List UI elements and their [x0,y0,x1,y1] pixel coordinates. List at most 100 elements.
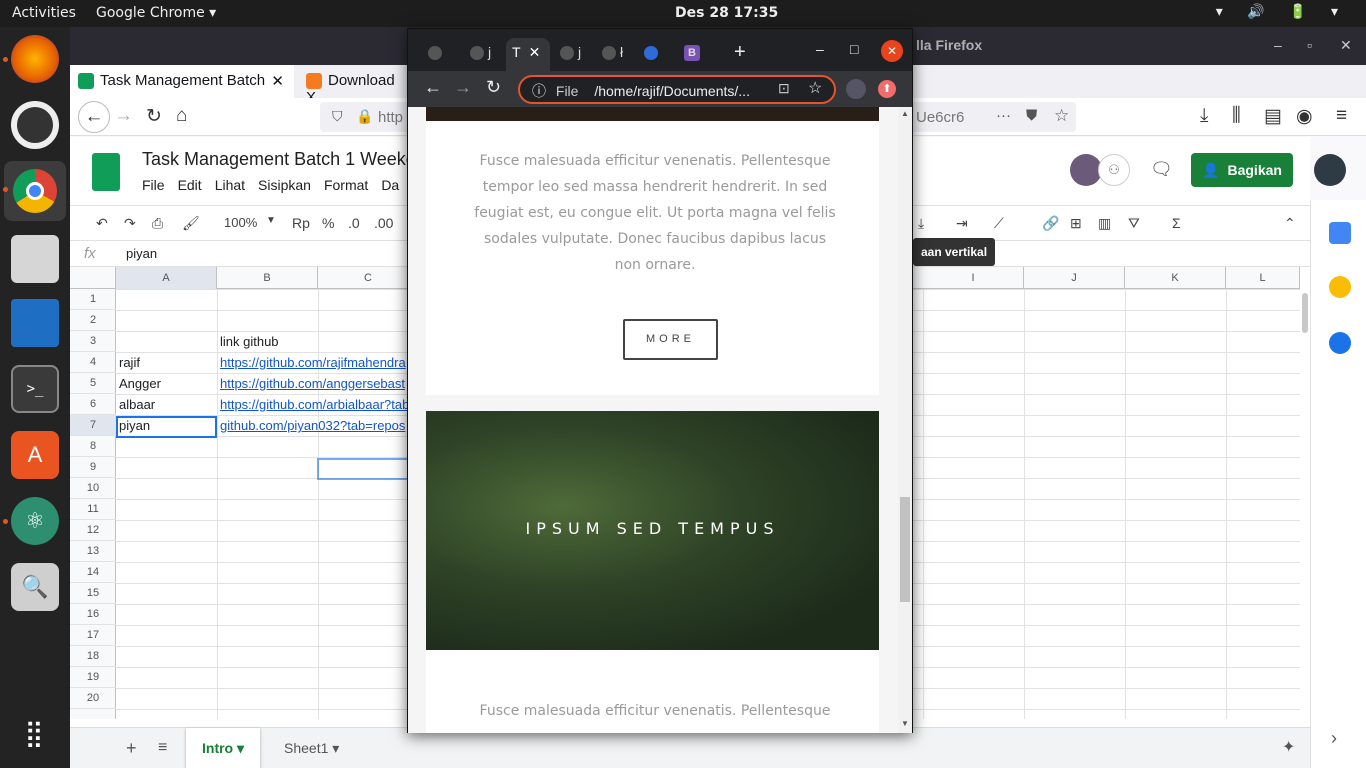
row-header[interactable]: 19 [70,667,116,688]
chrome-tab[interactable]: ł [596,38,636,71]
reload-icon[interactable]: ↻ [146,105,162,128]
chrome-tab[interactable]: j [464,38,504,71]
cell-b5[interactable]: https://github.com/anggersebast [220,373,410,394]
scroll-down-icon[interactable]: ▼ [901,719,909,728]
tab-close-icon[interactable]: ✕ [529,44,541,60]
cell-b6[interactable]: https://github.com/arbialbaar?tab [220,394,410,415]
row-header[interactable]: 11 [70,499,116,520]
more-icon[interactable]: ··· [996,107,1011,124]
sheet-tab-sheet1[interactable]: Sheet1 ▾ [268,728,355,768]
vertical-align-icon[interactable]: ⤓ [918,215,924,232]
terminal-icon[interactable]: >_ [11,365,59,413]
cell-a6[interactable]: albaar [119,394,155,415]
add-people-icon[interactable]: ⚇ [1098,154,1130,186]
pocket-icon[interactable]: ⛊ [1026,107,1037,124]
row-header[interactable]: 3 [70,331,116,352]
functions-icon[interactable]: Σ [1172,215,1181,231]
tasks-icon[interactable] [1329,332,1351,354]
share-button[interactable]: 👤 Bagikan [1191,153,1293,187]
insert-chart-icon[interactable]: ▥ [1098,215,1111,232]
bookmark-star-icon[interactable]: ☆ [808,78,822,98]
text-wrap-icon[interactable]: ⇥ [956,215,968,232]
row-header[interactable]: 7 [70,415,116,436]
keep-icon[interactable] [1329,276,1351,298]
sidebar-icon[interactable]: ▤ [1264,105,1282,128]
column-header-k[interactable]: K [1125,267,1226,289]
print-icon[interactable]: ⎙ [152,215,163,232]
column-header-b[interactable]: B [217,267,318,289]
cell-b3[interactable]: link github [220,331,279,352]
bookmark-star-icon[interactable]: ☆ [1054,106,1069,126]
account-avatar[interactable] [1314,154,1346,186]
more-button[interactable]: MORE [623,319,718,360]
tab-close-icon[interactable]: ✕ [271,72,284,90]
cell-a5[interactable]: Angger [119,373,161,394]
tab-task-management[interactable]: Task Management Batch ✕ [70,65,294,98]
atom-icon[interactable]: ⚛ [11,497,59,545]
menu-insert[interactable]: Sisipkan [258,177,311,193]
explore-icon[interactable]: ✦ [1266,728,1311,768]
menu-edit[interactable]: Edit [178,177,202,193]
back-icon[interactable]: ← [78,101,110,133]
scrollbar-thumb[interactable] [900,497,910,602]
writer-icon[interactable] [11,299,59,347]
reload-icon[interactable]: ↻ [486,77,501,98]
clock[interactable]: Des 28 17:35 [675,5,778,21]
chrome-tab[interactable]: B [678,38,718,71]
maximize-icon[interactable]: □ [850,41,858,57]
paint-format-icon[interactable]: 🖌 [182,215,200,232]
row-header[interactable]: 12 [70,520,116,541]
text-rotate-icon[interactable]: ⟋ [994,215,1004,232]
chrome-tab[interactable]: j [554,38,594,71]
menu-file[interactable]: File [142,177,165,193]
system-tray[interactable]: ▾ 🔊 🔋 ▾ [1216,4,1348,20]
menu-data[interactable]: Da [381,177,399,193]
document-title[interactable]: Task Management Batch 1 Weeke [142,149,416,170]
page-scrollbar[interactable]: ▲ ▼ [898,107,912,733]
translate-icon[interactable]: ⊡ [778,80,790,97]
decrease-decimal-button[interactable]: .0 [348,215,360,231]
row-header[interactable]: 9 [70,457,116,478]
chrome-tab-active[interactable]: T ✕ [506,38,550,71]
row-header[interactable]: 1 [70,289,116,310]
zoom-select[interactable]: 100% [224,215,257,230]
collapse-chevron-up-icon[interactable]: ⌃ [1284,215,1296,232]
vertical-scrollbar[interactable] [1302,293,1308,333]
sheet-tab-intro[interactable]: Intro ▾ [186,728,261,768]
info-icon[interactable]: ⓘ [532,83,546,99]
row-header[interactable]: 2 [70,310,116,331]
profile-avatar[interactable] [846,79,866,99]
column-header-j[interactable]: J [1024,267,1125,289]
chrome-tab[interactable] [638,38,678,71]
row-header[interactable]: 14 [70,562,116,583]
comments-icon[interactable]: 🗨 [1150,159,1173,180]
link-icon[interactable]: 🔗 [1042,215,1059,232]
column-header-c[interactable]: C [318,267,419,289]
downloads-icon[interactable]: ⤓ [1200,105,1208,127]
row-header[interactable]: 15 [70,583,116,604]
shield-icon[interactable]: ⛉ [332,108,343,125]
row-header[interactable]: 16 [70,604,116,625]
menu-icon[interactable]: ≡ [1336,105,1347,127]
row-header[interactable]: 20 [70,688,116,709]
cell-b4[interactable]: https://github.com/rajifmahendra [220,352,410,373]
update-icon[interactable]: ⬆ [878,80,896,98]
currency-button[interactable]: Rp [292,215,310,231]
row-header[interactable]: 17 [70,625,116,646]
search-app-icon[interactable]: 🔍 [11,563,59,611]
rhythmbox-icon[interactable] [11,101,59,149]
account-icon[interactable]: ◉ [1296,105,1313,128]
row-header[interactable]: 18 [70,646,116,667]
column-header-i[interactable]: I [923,267,1024,289]
formula-input[interactable]: piyan [126,246,157,261]
cell-b7[interactable]: github.com/piyan032?tab=repos [220,415,410,436]
insert-comment-icon[interactable]: ⊞ [1070,215,1082,232]
library-icon[interactable]: ⫼ [1232,105,1241,127]
row-header[interactable]: 4 [70,352,116,373]
app-menu[interactable]: Google Chrome ▾ [96,5,216,21]
row-header[interactable]: 10 [70,478,116,499]
increase-decimal-button[interactable]: .00 [374,215,393,231]
chrome-icon[interactable] [4,161,66,221]
chrome-tab[interactable] [422,38,462,71]
percent-button[interactable]: % [322,215,334,231]
